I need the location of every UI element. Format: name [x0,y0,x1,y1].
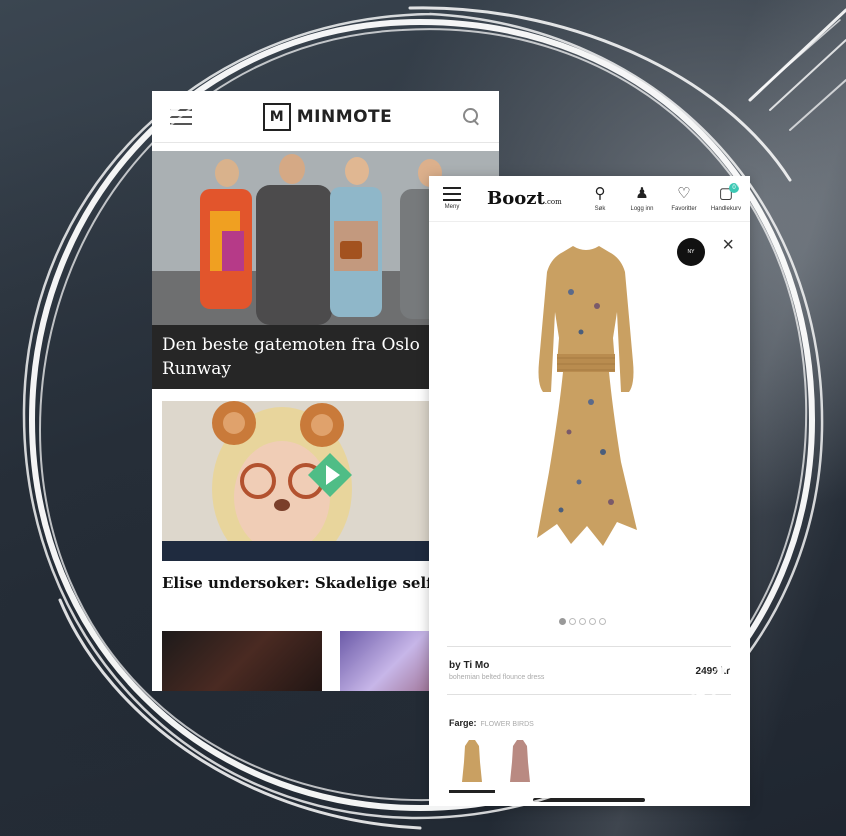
brush-circle-decoration [22,6,846,830]
